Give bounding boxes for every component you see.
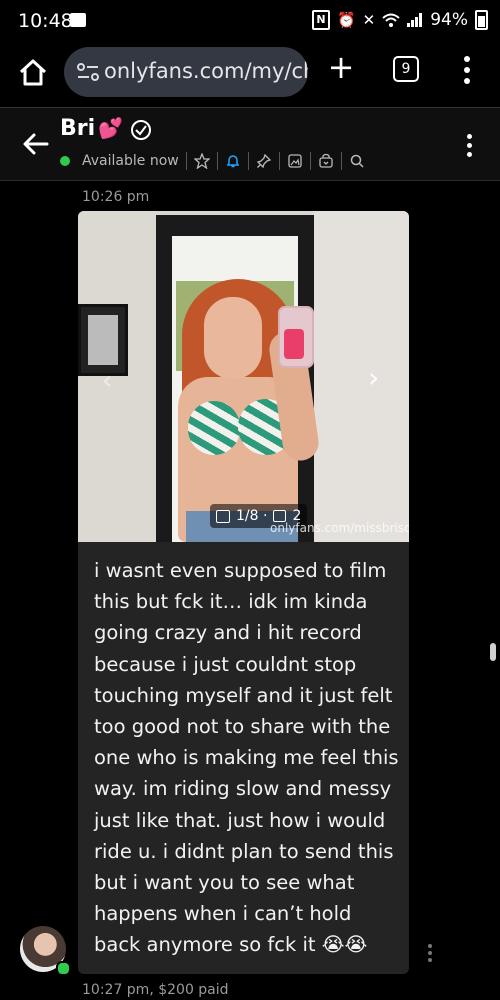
chat-header: Bri 💕 Available now <box>0 108 500 181</box>
gallery-notification-icon <box>70 13 86 27</box>
chat-options-icon[interactable] <box>466 134 474 158</box>
message-bubble: ‹ › 1/8 · 2 onlyfans.com/missbrisolo i w… <box>78 211 409 974</box>
status-bar: 10:48 N ⏰ ✕ 94% <box>0 0 500 42</box>
creator-name[interactable]: Bri <box>60 116 95 141</box>
status-time: 10:48 <box>18 10 73 32</box>
message-options-icon[interactable] <box>427 944 433 962</box>
nfc-icon: N <box>311 10 330 30</box>
heart-emoji: 💕 <box>98 116 123 140</box>
back-arrow-icon[interactable] <box>22 130 50 158</box>
alarm-icon: ⏰ <box>336 11 356 29</box>
previous-media-icon[interactable]: ‹ <box>102 366 112 396</box>
pin-icon[interactable] <box>256 153 272 169</box>
message-timestamp: 10:26 pm <box>82 189 150 205</box>
notification-bell-icon[interactable] <box>225 153 241 169</box>
next-media-icon[interactable]: › <box>368 361 379 394</box>
online-indicator <box>60 156 70 166</box>
browser-toolbar: onlyfans.com/my/cha + 9 <box>0 42 500 104</box>
availability-text: Available now <box>82 153 179 169</box>
message-media-photo[interactable]: ‹ › 1/8 · 2 onlyfans.com/missbrisolo <box>78 211 409 542</box>
media-counter-text: 1/8 · <box>236 508 268 524</box>
photo-count-icon <box>216 509 230 523</box>
gallery-icon[interactable] <box>287 153 303 169</box>
new-tab-button[interactable]: + <box>327 51 355 83</box>
url-text[interactable]: onlyfans.com/my/cha <box>104 59 308 83</box>
mute-icon: ✕ <box>362 11 376 29</box>
wifi-icon <box>382 13 400 27</box>
browser-menu-icon[interactable] <box>462 56 472 84</box>
message-text: i wasnt even supposed to film this but f… <box>94 559 399 957</box>
star-icon[interactable] <box>193 153 210 169</box>
tab-switcher-button[interactable]: 9 <box>393 56 419 82</box>
address-bar[interactable]: onlyfans.com/my/cha <box>64 47 308 97</box>
verified-badge-icon <box>131 120 151 140</box>
purchases-bag-icon[interactable] <box>318 153 334 169</box>
avatar-online-indicator <box>56 961 71 976</box>
status-icons: N ⏰ ✕ 94% <box>311 10 488 30</box>
creator-status-row: Available now <box>60 151 365 171</box>
search-icon[interactable] <box>349 153 365 169</box>
site-settings-icon[interactable] <box>76 61 100 83</box>
home-icon[interactable] <box>16 56 50 90</box>
scrollbar-thumb[interactable] <box>490 643 496 661</box>
battery-percent: 94% <box>430 10 468 30</box>
media-watermark: onlyfans.com/missbrisolo <box>270 521 409 535</box>
message-meta: 10:27 pm, $200 paid <box>82 982 229 998</box>
battery-icon <box>475 10 488 30</box>
signal-icon <box>407 13 423 27</box>
